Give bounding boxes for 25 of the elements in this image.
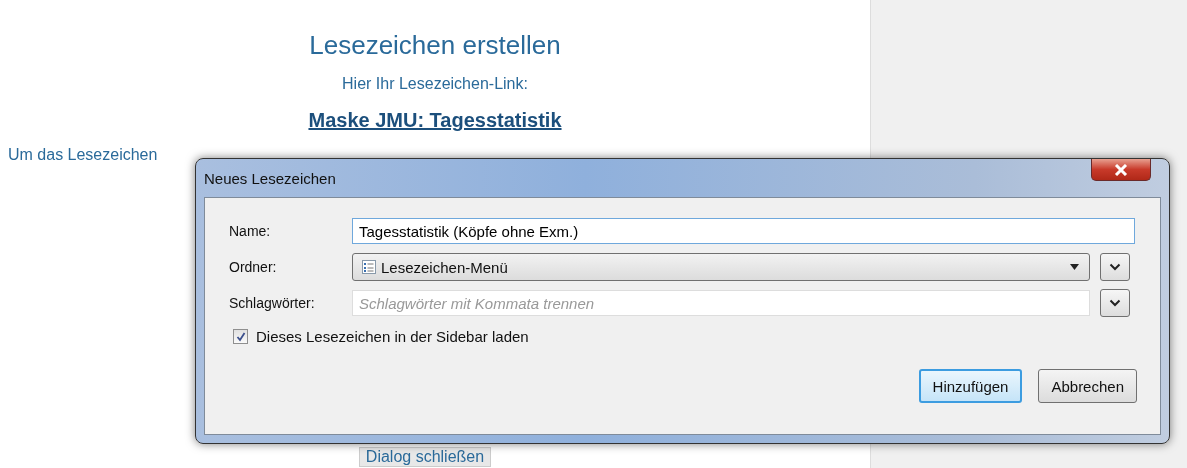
field-label: Name: <box>229 223 272 239</box>
close-icon <box>1114 163 1128 176</box>
name-field[interactable]: Tagesstatistik (Köpfe ohne Exm.) <box>352 218 1135 244</box>
dialog-button[interactable]: Abbrechen <box>1038 369 1137 403</box>
close-dialog-button[interactable]: Dialog schließen <box>358 447 492 467</box>
field-label: Ordner: <box>229 259 278 275</box>
dropdown-arrow-icon <box>1070 264 1079 270</box>
field-label: Schlagwörter: <box>229 295 316 311</box>
chevron-down-icon <box>1109 263 1121 271</box>
close-button[interactable] <box>1091 159 1151 181</box>
page-heading: Lesezeichen erstellen <box>309 30 561 61</box>
window-title: Neues Lesezeichen <box>204 169 336 187</box>
instruction-text: Um das Lesezeichen <box>8 146 158 164</box>
chevron-down-icon <box>1109 299 1121 307</box>
subtitle-text: Hier Ihr Lesezeichen-Link: <box>342 75 528 93</box>
tags-field[interactable]: Schlagwörter mit Kommata trennen <box>352 290 1090 316</box>
folder-dropdown[interactable]: Lesezeichen-Menü <box>352 253 1090 281</box>
expand-button[interactable] <box>1100 289 1130 317</box>
dialog-button[interactable]: Hinzufügen <box>918 369 1023 403</box>
folder-value: Lesezeichen-Menü <box>381 258 509 276</box>
bookmark-link[interactable]: Maske JMU: Tagesstatistik <box>308 109 562 132</box>
checkbox-label: Dieses Lesezeichen in der Sidebar laden <box>256 328 529 345</box>
list-icon <box>361 259 377 275</box>
expand-button[interactable] <box>1100 253 1130 281</box>
checkbox[interactable] <box>233 329 248 344</box>
